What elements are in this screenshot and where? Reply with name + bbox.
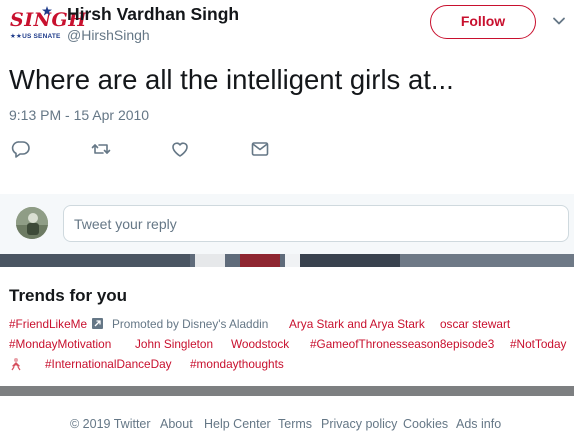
logo-star-icon [42,6,52,16]
background-image-strip [0,254,574,267]
tweet-card: SINGH ★★US SENATE Hirsh Vardhan Singh @H… [0,0,574,194]
tweet-timestamp[interactable]: 9:13 PM - 15 Apr 2010 [9,107,149,123]
footer-about-link[interactable]: About [160,417,193,431]
user-avatar[interactable] [16,207,48,239]
trend-item[interactable]: Woodstock [231,337,289,351]
reply-input[interactable] [63,205,569,242]
profile-avatar-logo[interactable]: SINGH ★★US SENATE [8,6,86,42]
footer-privacy-link[interactable]: Privacy policy [321,417,397,431]
trend-item[interactable]: #MondayMotivation [9,337,111,351]
footer: © 2019 Twitter About Help Center Terms P… [0,396,574,446]
promoted-text[interactable]: Promoted by Disney's Aladdin [112,317,268,331]
display-name[interactable]: Hirsh Vardhan Singh [67,4,239,25]
footer-copyright: © 2019 Twitter [70,417,151,431]
dancer-emoji-icon [11,358,21,371]
trends-panel: Trends for you #FriendLikeMe Promoted by… [0,267,574,386]
trend-item[interactable]: #FriendLikeMe [9,317,87,331]
reply-composer [0,194,574,254]
footer-ads-link[interactable]: Ads info [456,417,501,431]
direct-message-icon[interactable] [250,140,270,158]
footer-terms-link[interactable]: Terms [278,417,312,431]
trend-item[interactable]: #GameofThronesseason8episode3 [310,337,494,351]
trend-item[interactable]: #NotToday [510,337,566,351]
reply-icon[interactable] [11,140,31,158]
trend-item[interactable]: oscar stewart [440,317,510,331]
footer-cookies-link[interactable]: Cookies [403,417,448,431]
background-photo [0,254,574,267]
trend-item[interactable]: John Singleton [135,337,213,351]
follow-button[interactable]: Follow [430,5,536,39]
tweet-text: Where are all the intelligent girls at..… [9,64,454,95]
trends-title: Trends for you [9,286,128,305]
trend-item[interactable]: #mondaythoughts [190,357,284,371]
footer-help-link[interactable]: Help Center [204,417,271,431]
logo-subtext: ★★US SENATE [10,33,61,40]
chevron-down-icon[interactable] [552,16,566,26]
like-icon[interactable] [170,140,190,158]
divider-bar [0,386,574,396]
avatar-image [16,207,48,239]
trend-item[interactable]: Arya Stark and Arya Stark [289,317,425,331]
user-handle[interactable]: @HirshSingh [67,27,150,43]
trend-item[interactable]: #InternationalDanceDay [45,357,172,371]
promoted-icon [92,318,103,329]
retweet-icon[interactable] [91,140,111,158]
